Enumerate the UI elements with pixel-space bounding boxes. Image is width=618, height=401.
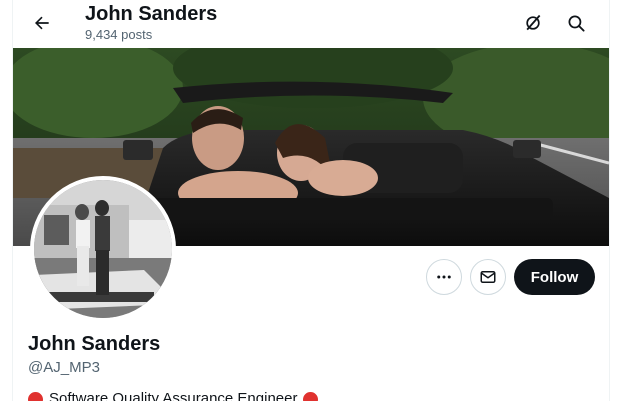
profile-bio: Software Quality Assurance Engineer	[28, 389, 319, 401]
search-icon	[568, 15, 585, 32]
bio-text: Software Quality Assurance Engineer	[49, 390, 298, 401]
search-button[interactable]	[558, 5, 594, 41]
back-button[interactable]	[25, 6, 59, 40]
more-horizontal-icon	[437, 275, 451, 279]
red-circle-emoji-icon	[303, 391, 319, 401]
header-title: John Sanders	[85, 3, 218, 25]
arrow-left-icon	[35, 16, 49, 30]
envelope-icon	[480, 271, 496, 283]
more-button[interactable]	[426, 259, 462, 295]
profile-header: John Sanders 9,434 posts	[13, 0, 609, 48]
post-count: 9,434 posts	[85, 27, 153, 42]
profile-handle: @AJ_MP3	[28, 359, 100, 376]
app-frame: John Sanders 9,434 posts Follow John San…	[0, 0, 618, 401]
follow-button[interactable]: Follow	[514, 259, 595, 295]
tomato-emoji-icon	[28, 391, 43, 401]
avatar[interactable]	[30, 176, 176, 322]
grok-button[interactable]	[515, 5, 551, 41]
profile-name: John Sanders	[28, 333, 161, 355]
profile-column: John Sanders 9,434 posts Follow John San…	[12, 0, 610, 401]
profile-photo	[34, 180, 172, 318]
message-button[interactable]	[470, 259, 506, 295]
grok-icon	[526, 14, 541, 31]
